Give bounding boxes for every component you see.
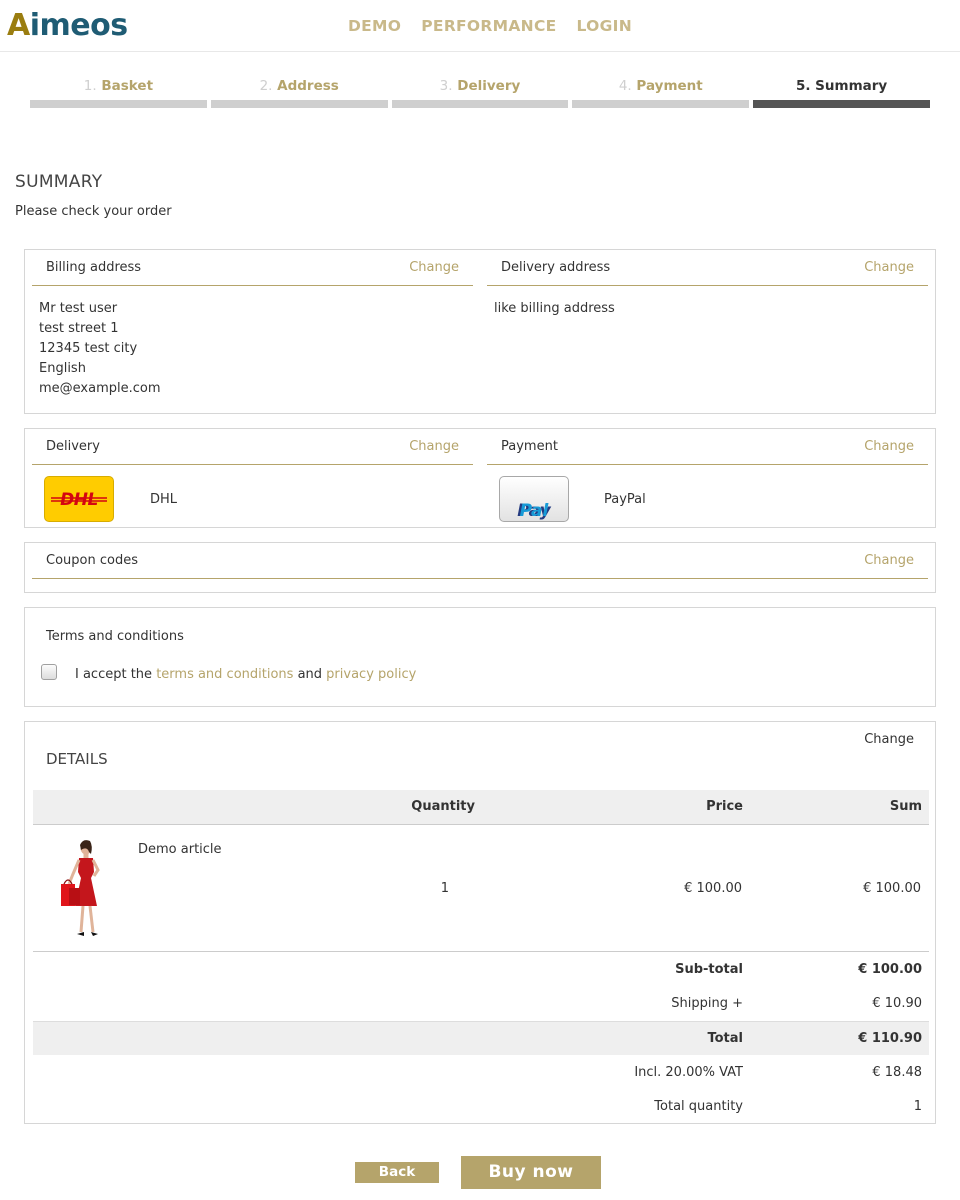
step-label: Payment bbox=[636, 78, 703, 94]
logo-rest: imeos bbox=[29, 8, 128, 43]
terms-text-prefix: I accept the bbox=[75, 667, 157, 682]
subtotal-value: € 100.00 bbox=[858, 962, 922, 977]
payment-header: Payment Change bbox=[487, 429, 928, 465]
total-quantity-label: Total quantity bbox=[654, 1099, 743, 1114]
terms-section: Terms and conditions I accept the terms … bbox=[24, 607, 936, 707]
step-delivery[interactable]: 3. Delivery bbox=[391, 78, 569, 108]
step-summary: 5. Summary bbox=[753, 78, 930, 108]
buy-now-button[interactable]: Buy now bbox=[461, 1156, 601, 1189]
shipping-value: € 10.90 bbox=[872, 996, 922, 1011]
billing-language: English bbox=[39, 361, 86, 376]
page-title: SUMMARY bbox=[15, 172, 103, 192]
aimeos-logo[interactable]: Aimeos bbox=[7, 8, 128, 44]
step-address[interactable]: 2. Address bbox=[210, 78, 388, 108]
subtotal-label: Sub-total bbox=[675, 962, 743, 977]
shipping-row: Shipping + € 10.90 bbox=[33, 987, 929, 1021]
product-image[interactable] bbox=[47, 838, 125, 944]
step-label: Delivery bbox=[457, 78, 521, 94]
total-value: € 110.90 bbox=[858, 1031, 922, 1046]
vat-label: Incl. 20.00% VAT bbox=[634, 1065, 743, 1080]
subtotal-row: Sub-total € 100.00 bbox=[33, 953, 929, 987]
billing-name: Mr test user bbox=[39, 301, 118, 316]
product-price: € 100.00 bbox=[684, 881, 742, 896]
totals-divider bbox=[33, 951, 929, 952]
main-nav: DEMO PERFORMANCE LOGIN bbox=[348, 16, 632, 36]
total-label: Total bbox=[707, 1031, 743, 1046]
step-label: Address bbox=[277, 78, 339, 94]
shipping-label: Shipping + bbox=[671, 996, 743, 1011]
column-sum: Sum bbox=[889, 799, 922, 814]
payment-service-name: PayPal bbox=[604, 492, 646, 507]
delivery-address-header: Delivery address Change bbox=[487, 250, 928, 286]
logo-initial: A bbox=[7, 8, 30, 43]
page-subtitle: Please check your order bbox=[15, 204, 172, 219]
service-section: Delivery Change DHL DHL Payment Change P… bbox=[24, 428, 936, 528]
nav-performance[interactable]: PERFORMANCE bbox=[421, 16, 556, 36]
step-label: Summary bbox=[815, 78, 888, 94]
terms-checkbox[interactable] bbox=[41, 664, 57, 680]
privacy-policy-link[interactable]: privacy policy bbox=[326, 667, 416, 682]
coupon-change-link[interactable]: Change bbox=[864, 553, 914, 568]
billing-change-link[interactable]: Change bbox=[409, 260, 459, 275]
delivery-title: Delivery bbox=[46, 439, 100, 454]
delivery-service-name: DHL bbox=[150, 492, 178, 507]
delivery-header: Delivery Change bbox=[32, 429, 473, 465]
vat-row: Incl. 20.00% VAT € 18.48 bbox=[33, 1056, 929, 1090]
step-basket[interactable]: 1. Basket bbox=[30, 78, 207, 108]
step-number: 2. bbox=[259, 78, 273, 94]
billing-address-block: Mr test user test street 1 12345 test ci… bbox=[39, 299, 161, 399]
back-button[interactable]: Back bbox=[355, 1162, 439, 1183]
delivery-change-link[interactable]: Change bbox=[409, 439, 459, 454]
step-label: Basket bbox=[101, 78, 154, 94]
billing-street: test street 1 bbox=[39, 321, 119, 336]
site-header: Aimeos DEMO PERFORMANCE LOGIN bbox=[0, 0, 960, 52]
total-quantity-row: Total quantity 1 bbox=[33, 1090, 929, 1124]
terms-link[interactable]: terms and conditions bbox=[156, 667, 293, 682]
product-quantity: 1 bbox=[440, 881, 449, 896]
billing-address-title: Billing address bbox=[46, 260, 142, 275]
address-section: Billing address Change Mr test user test… bbox=[24, 249, 936, 414]
column-price: Price bbox=[706, 799, 743, 814]
terms-title: Terms and conditions bbox=[46, 629, 184, 644]
total-quantity-value: 1 bbox=[913, 1099, 922, 1114]
step-number: 3. bbox=[439, 78, 453, 94]
terms-text-and: and bbox=[293, 667, 327, 682]
column-quantity: Quantity bbox=[411, 799, 475, 814]
step-number: 5. bbox=[795, 78, 811, 94]
step-payment[interactable]: 4. Payment bbox=[572, 78, 750, 108]
payment-change-link[interactable]: Change bbox=[864, 439, 914, 454]
nav-login[interactable]: LOGIN bbox=[577, 16, 632, 36]
vat-value: € 18.48 bbox=[872, 1065, 922, 1080]
total-row: Total € 110.90 bbox=[33, 1021, 929, 1055]
coupon-header: Coupon codes Change bbox=[32, 543, 928, 579]
paypal-logo-pal: Pal bbox=[519, 501, 549, 521]
terms-accept-text: I accept the terms and conditions and pr… bbox=[75, 667, 416, 682]
coupon-section: Coupon codes Change bbox=[24, 542, 936, 593]
step-number: 4. bbox=[618, 78, 632, 94]
details-title: DETAILS bbox=[46, 750, 108, 768]
payment-title: Payment bbox=[501, 439, 558, 454]
billing-address-header: Billing address Change bbox=[32, 250, 473, 286]
dhl-logo: DHL bbox=[44, 476, 114, 522]
details-change-link[interactable]: Change bbox=[864, 732, 914, 747]
step-number: 1. bbox=[83, 78, 97, 94]
details-section: Change DETAILS Quantity Price Sum Demo a… bbox=[24, 721, 936, 1124]
delivery-address-text: like billing address bbox=[494, 301, 615, 316]
product-name-link[interactable]: Demo article bbox=[138, 842, 222, 857]
billing-email: me@example.com bbox=[39, 381, 161, 396]
product-image-svg bbox=[47, 838, 125, 944]
details-table-header: Quantity Price Sum bbox=[33, 790, 929, 825]
paypal-logo: Pay Pal bbox=[499, 476, 569, 522]
product-sum: € 100.00 bbox=[863, 881, 921, 896]
dhl-logo-text: DHL bbox=[60, 490, 98, 510]
delivery-address-change-link[interactable]: Change bbox=[864, 260, 914, 275]
nav-demo[interactable]: DEMO bbox=[348, 16, 401, 36]
coupon-title: Coupon codes bbox=[46, 553, 138, 568]
delivery-address-title: Delivery address bbox=[501, 260, 611, 275]
checkout-steps: 1. Basket 2. Address 3. Delivery 4. Paym… bbox=[30, 78, 930, 108]
billing-city: 12345 test city bbox=[39, 341, 138, 356]
